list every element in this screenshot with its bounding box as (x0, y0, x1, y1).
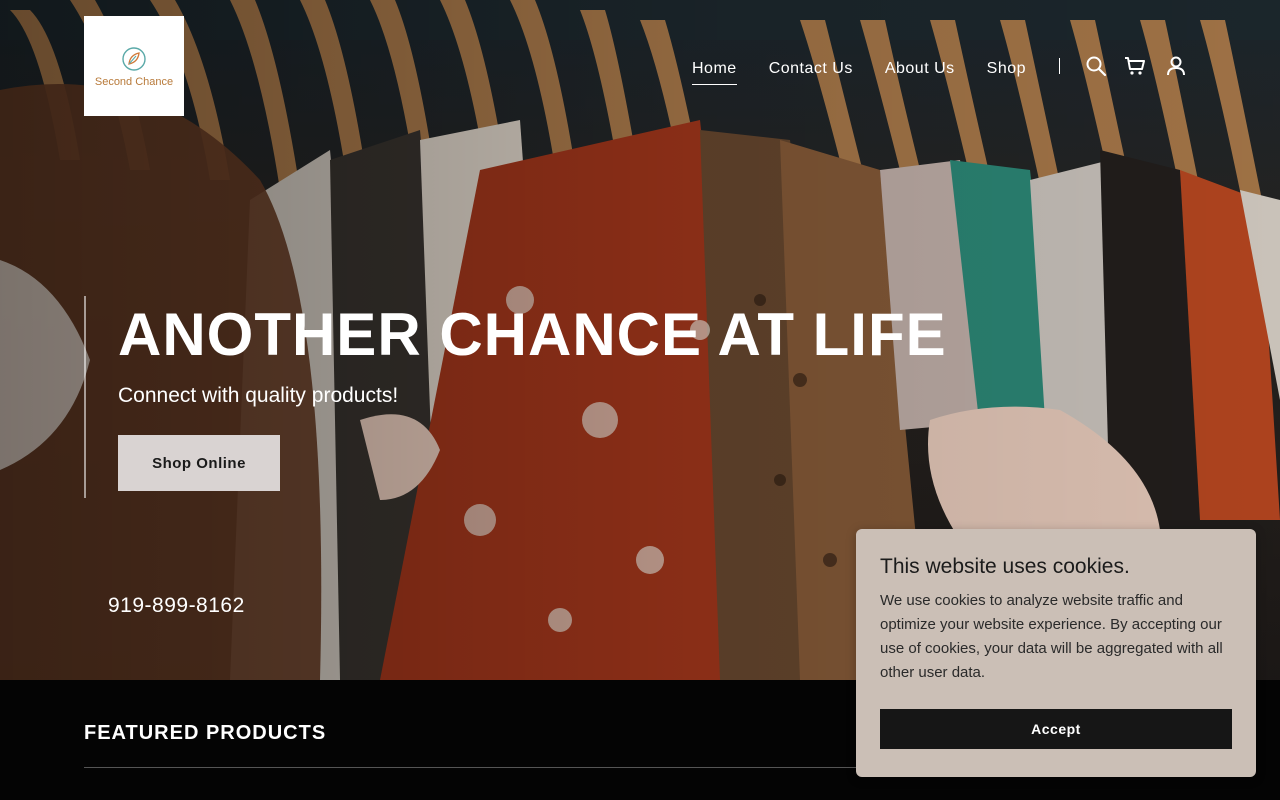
nav-item-home[interactable]: Home (692, 58, 737, 85)
cart-icon[interactable] (1124, 55, 1146, 77)
hero-accent-bar (84, 296, 86, 498)
logo-leaf-icon (122, 46, 146, 71)
hero-subtitle: Connect with quality products! (118, 384, 399, 407)
nav-item-about-us[interactable]: About Us (885, 58, 955, 80)
logo-text: Second Chance (94, 75, 174, 88)
nav-divider (1059, 58, 1060, 74)
main-nav: Home Contact Us About Us Shop (692, 58, 1060, 85)
shop-online-button[interactable]: Shop Online (118, 435, 280, 491)
phone-number[interactable]: 919-899-8162 (108, 594, 245, 618)
site-logo[interactable]: Second Chance (84, 16, 184, 116)
featured-products-title: FEATURED PRODUCTS (84, 722, 327, 744)
account-icon[interactable] (1165, 55, 1187, 77)
hero-title: ANOTHER CHANCE AT LIFE (118, 301, 947, 368)
nav-item-shop[interactable]: Shop (987, 58, 1026, 80)
accept-cookies-button[interactable]: Accept (880, 709, 1232, 749)
cookie-banner-title: This website uses cookies. (880, 555, 1130, 578)
cookie-banner: This website uses cookies. We use cookie… (856, 529, 1256, 777)
cookie-banner-text: We use cookies to analyze website traffi… (880, 592, 1223, 681)
nav-item-contact-us[interactable]: Contact Us (769, 58, 853, 80)
search-icon[interactable] (1085, 55, 1107, 77)
